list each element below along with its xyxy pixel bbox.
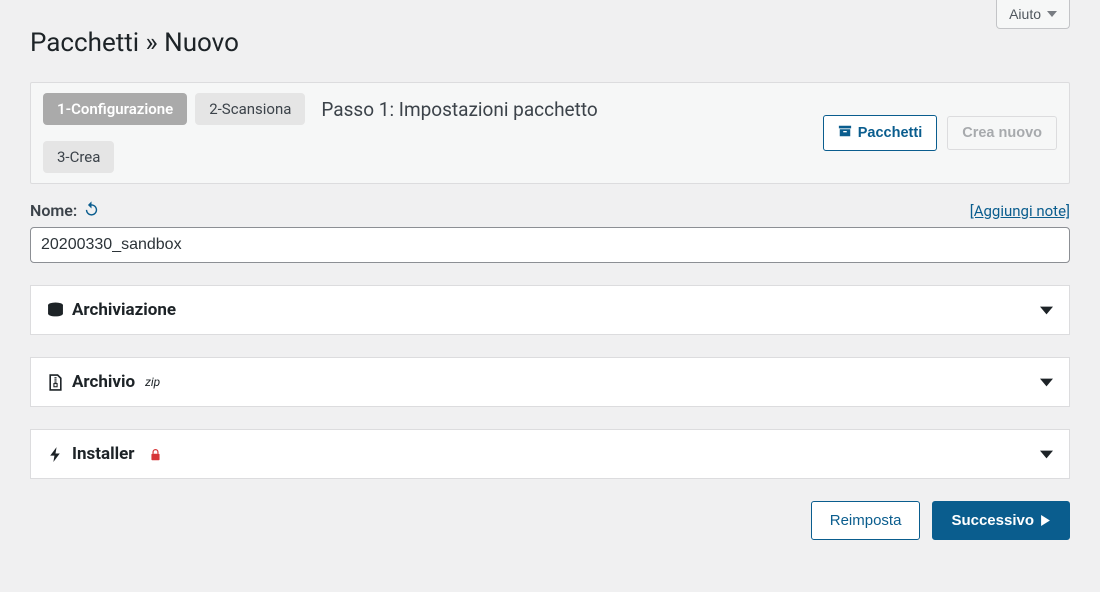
next-button[interactable]: Successivo [932,501,1070,540]
bolt-icon [47,446,64,463]
step-1-configure[interactable]: 1-Configurazione [43,93,187,125]
step-3-create[interactable]: 3-Crea [43,141,114,173]
archive-box-icon [838,124,852,142]
next-label: Successivo [951,512,1034,529]
package-name-input[interactable] [30,227,1070,263]
chevron-down-icon [1040,304,1053,317]
page-title: Pacchetti » Nuovo [30,0,1070,82]
name-field-label: Nome: [30,201,77,220]
packages-label: Pacchetti [858,125,922,141]
step-heading: Passo 1: Impostazioni pacchetto [321,98,597,121]
add-notes-link[interactable]: [Aggiungi note] [970,202,1070,220]
create-new-button: Crea nuovo [947,116,1057,150]
help-button[interactable]: Aiuto [996,0,1070,29]
undo-icon[interactable] [83,200,100,221]
step-2-scan[interactable]: 2-Scansiona [195,93,305,125]
storage-label: Archiviazione [72,300,176,320]
lock-icon [149,448,162,461]
chevron-down-icon [1040,376,1053,389]
file-archive-icon [47,374,64,391]
chevron-down-icon [1047,9,1057,19]
packages-button[interactable]: Pacchetti [823,115,937,151]
archive-section[interactable]: Archivio zip [30,357,1070,407]
storage-section[interactable]: Archiviazione [30,285,1070,335]
help-label: Aiuto [1009,6,1041,22]
steps-panel: 1-Configurazione 2-Scansiona Passo 1: Im… [30,82,1070,184]
reset-button[interactable]: Reimposta [811,501,921,540]
installer-label: Installer [72,444,135,464]
installer-section[interactable]: Installer [30,429,1070,479]
archive-label: Archivio [72,372,135,392]
archive-format: zip [145,375,160,389]
database-icon [47,302,64,319]
chevron-down-icon [1040,448,1053,461]
play-icon [1040,515,1051,526]
